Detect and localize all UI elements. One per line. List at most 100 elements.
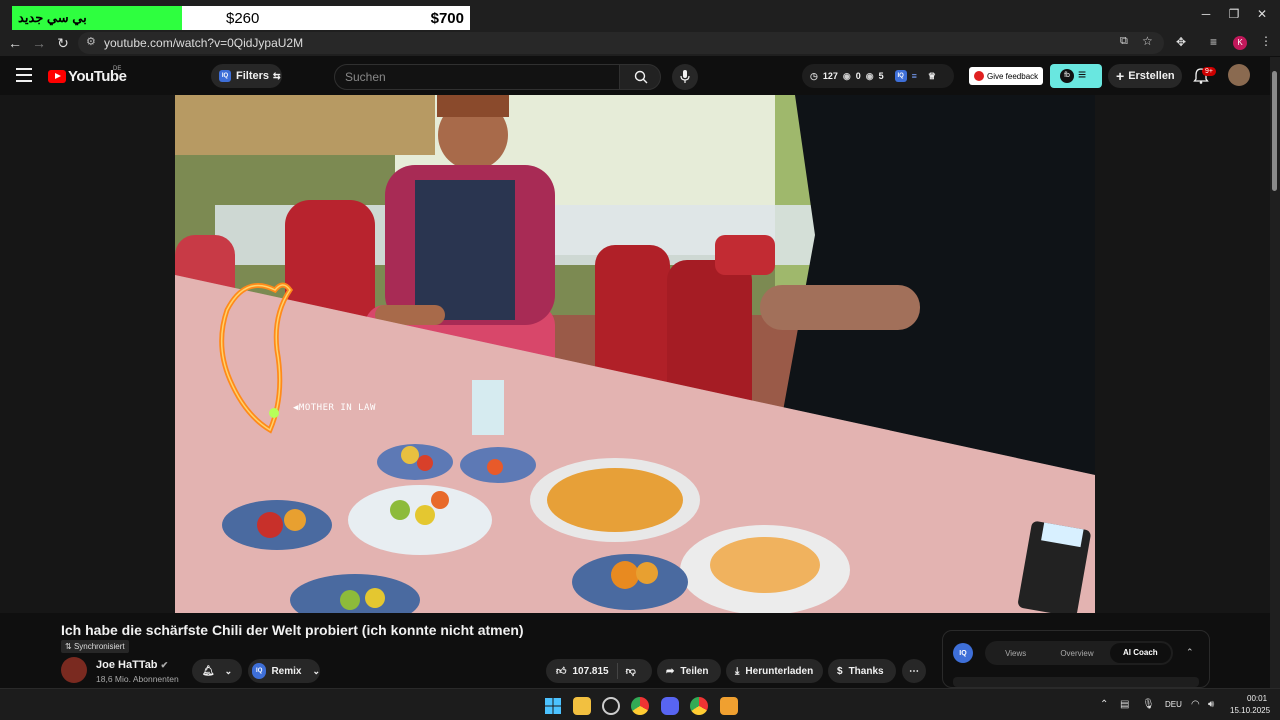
- search-box: [334, 64, 620, 90]
- restore-button[interactable]: ❐: [1224, 6, 1244, 22]
- give-feedback-button[interactable]: Give feedback: [969, 67, 1043, 85]
- channel-name[interactable]: Joe HaTTab ✔: [96, 659, 168, 671]
- channel-avatar[interactable]: [61, 657, 87, 683]
- bookmark-star-icon[interactable]: ☆: [1142, 34, 1153, 48]
- subscribed-bell-button[interactable]: 🔔︎ ⌄: [192, 659, 242, 683]
- windows-start-icon[interactable]: [544, 697, 562, 715]
- scrollbar-thumb[interactable]: [1272, 71, 1277, 191]
- eye-icon: ◉: [842, 70, 851, 81]
- chevron-up-icon[interactable]: ⌃: [1186, 647, 1194, 658]
- thanks-button[interactable]: $ Thanks: [828, 659, 896, 683]
- chrome-icon[interactable]: [631, 697, 649, 715]
- download-icon: ⤓: [735, 665, 740, 677]
- browser-tabstrip: بي سي جديد $260 $700 ─ ❐ ✕: [0, 0, 1280, 30]
- app-icon-2[interactable]: [720, 697, 738, 715]
- video-overlay-caption: ◀MOTHER IN LAW: [293, 403, 376, 413]
- back-icon[interactable]: ←: [6, 34, 24, 52]
- more-actions-button[interactable]: ⋯: [902, 659, 926, 683]
- filters-button[interactable]: IQ Filters ⇆: [211, 64, 282, 88]
- clock-date[interactable]: 15.10.2025: [1230, 706, 1270, 715]
- minimize-button[interactable]: ─: [1196, 6, 1216, 22]
- sync-badge: ⇅ Synchronisiert: [61, 640, 129, 653]
- thumbs-up-icon[interactable]: 👍︎: [556, 665, 566, 677]
- remix-label: Remix: [271, 665, 302, 677]
- search-button[interactable]: [619, 64, 661, 90]
- wifi-icon[interactable]: ◠: [1191, 699, 1200, 710]
- thumbs-down-icon[interactable]: 👎︎: [626, 665, 636, 677]
- feedback-logo-icon: [974, 71, 984, 81]
- hamburger-menu-icon[interactable]: [16, 68, 32, 82]
- thanks-label: Thanks: [848, 665, 884, 677]
- stat-eye-2: 5: [878, 71, 884, 81]
- tray-mic-icon[interactable]: 🎙︎: [1142, 699, 1155, 710]
- channel-name-text: Joe HaTTab: [96, 659, 158, 671]
- close-window-button[interactable]: ✕: [1252, 6, 1272, 22]
- filters-label: Filters: [236, 70, 270, 82]
- create-button[interactable]: + Erstellen: [1108, 64, 1182, 88]
- video-title: Ich habe die schärfste Chili der Welt pr…: [61, 622, 524, 638]
- search-input[interactable]: [345, 70, 605, 84]
- video-frame: [175, 95, 1095, 613]
- discord-icon[interactable]: [661, 697, 679, 715]
- reading-list-icon[interactable]: ≡: [1210, 35, 1217, 49]
- stat-views: 127: [822, 71, 838, 81]
- more-icon: ⋯: [909, 665, 919, 677]
- tab-ai-coach[interactable]: AI Coach: [1109, 643, 1171, 663]
- share-label: Teilen: [680, 665, 709, 677]
- clock-time[interactable]: 00:01: [1247, 694, 1267, 703]
- menu-kebab-icon[interactable]: ⋮: [1260, 34, 1272, 48]
- extensions-icon[interactable]: ✥: [1176, 35, 1186, 49]
- download-label: Herunterladen: [745, 665, 814, 677]
- tab-overview[interactable]: Overview: [1046, 649, 1107, 658]
- sync-icon: ⇅: [65, 642, 74, 651]
- sync-label: Synchronisiert: [73, 642, 125, 651]
- list-icon[interactable]: ≡: [912, 71, 917, 81]
- ad-price-new: $700: [430, 9, 464, 27]
- install-icon[interactable]: ⧉: [1120, 35, 1128, 48]
- remix-button[interactable]: IQ Remix ⌄: [248, 659, 320, 683]
- iq-logo-icon: IQ: [219, 70, 231, 82]
- avatar[interactable]: [1228, 64, 1250, 86]
- download-button[interactable]: ⤓ Herunterladen: [726, 659, 823, 683]
- vidiq-stats-pill[interactable]: ◷ 127 ◉ 0 ◉ 5 IQ ≡ ♕: [802, 64, 954, 88]
- tab-views[interactable]: Views: [985, 649, 1046, 658]
- like-count[interactable]: 107.815: [572, 666, 608, 677]
- input-language[interactable]: DEU: [1165, 700, 1182, 709]
- forward-icon[interactable]: →: [30, 34, 48, 52]
- tray-overflow-icon[interactable]: ⌃: [1100, 699, 1108, 710]
- search-icon: [634, 70, 648, 84]
- thanks-icon: $: [837, 665, 843, 677]
- extension-panel-toggle[interactable]: fb ≡: [1050, 64, 1102, 88]
- video-player[interactable]: ◀MOTHER IN LAW: [175, 95, 1095, 613]
- chrome-profile-icon[interactable]: [690, 697, 708, 715]
- taskbar: ⌃ ▤ 🎙︎ DEU ◠ 🔊︎ 00:01 15.10.2025: [0, 688, 1280, 720]
- iq-logo-icon[interactable]: IQ: [894, 70, 907, 82]
- ad-banner[interactable]: بي سي جديد $260 $700: [12, 6, 470, 30]
- stat-eye-1: 0: [855, 71, 861, 81]
- divider: [616, 663, 618, 679]
- trophy-icon[interactable]: ♕: [928, 71, 936, 82]
- site-info-icon[interactable]: ⚙: [86, 35, 96, 48]
- eye-icon: ◉: [865, 70, 874, 81]
- reload-icon[interactable]: ↻: [54, 34, 72, 52]
- menu-lines-icon: ≡: [1078, 66, 1087, 82]
- volume-icon[interactable]: 🔊︎: [1208, 699, 1214, 710]
- address-bar[interactable]: ⚙ youtube.com/watch?v=0QidJypaU2M ⧉ ☆: [78, 32, 1164, 54]
- microphone-icon: [680, 70, 690, 83]
- verified-icon: ✔: [160, 660, 169, 670]
- file-explorer-icon[interactable]: [573, 697, 591, 715]
- clock-icon: ◷: [810, 70, 818, 81]
- app-icon[interactable]: [602, 697, 620, 715]
- create-label: Erstellen: [1128, 70, 1175, 82]
- fb-logo-icon: fb: [1060, 69, 1074, 83]
- notification-count-badge: 9+: [1202, 67, 1216, 76]
- like-dislike-group: 👍︎ 107.815 👎︎: [546, 659, 652, 683]
- vidiq-coach-panel: IQ Views Overview AI Coach ⌃: [942, 630, 1210, 688]
- page-scrollbar[interactable]: [1270, 57, 1280, 688]
- ad-price-old: $260: [226, 9, 260, 27]
- iq-logo-icon: IQ: [953, 643, 973, 663]
- tray-chat-icon[interactable]: ▤: [1120, 699, 1129, 710]
- voice-search-button[interactable]: [672, 64, 698, 90]
- share-button[interactable]: ➦ Teilen: [657, 659, 721, 683]
- profile-icon[interactable]: K: [1233, 36, 1247, 50]
